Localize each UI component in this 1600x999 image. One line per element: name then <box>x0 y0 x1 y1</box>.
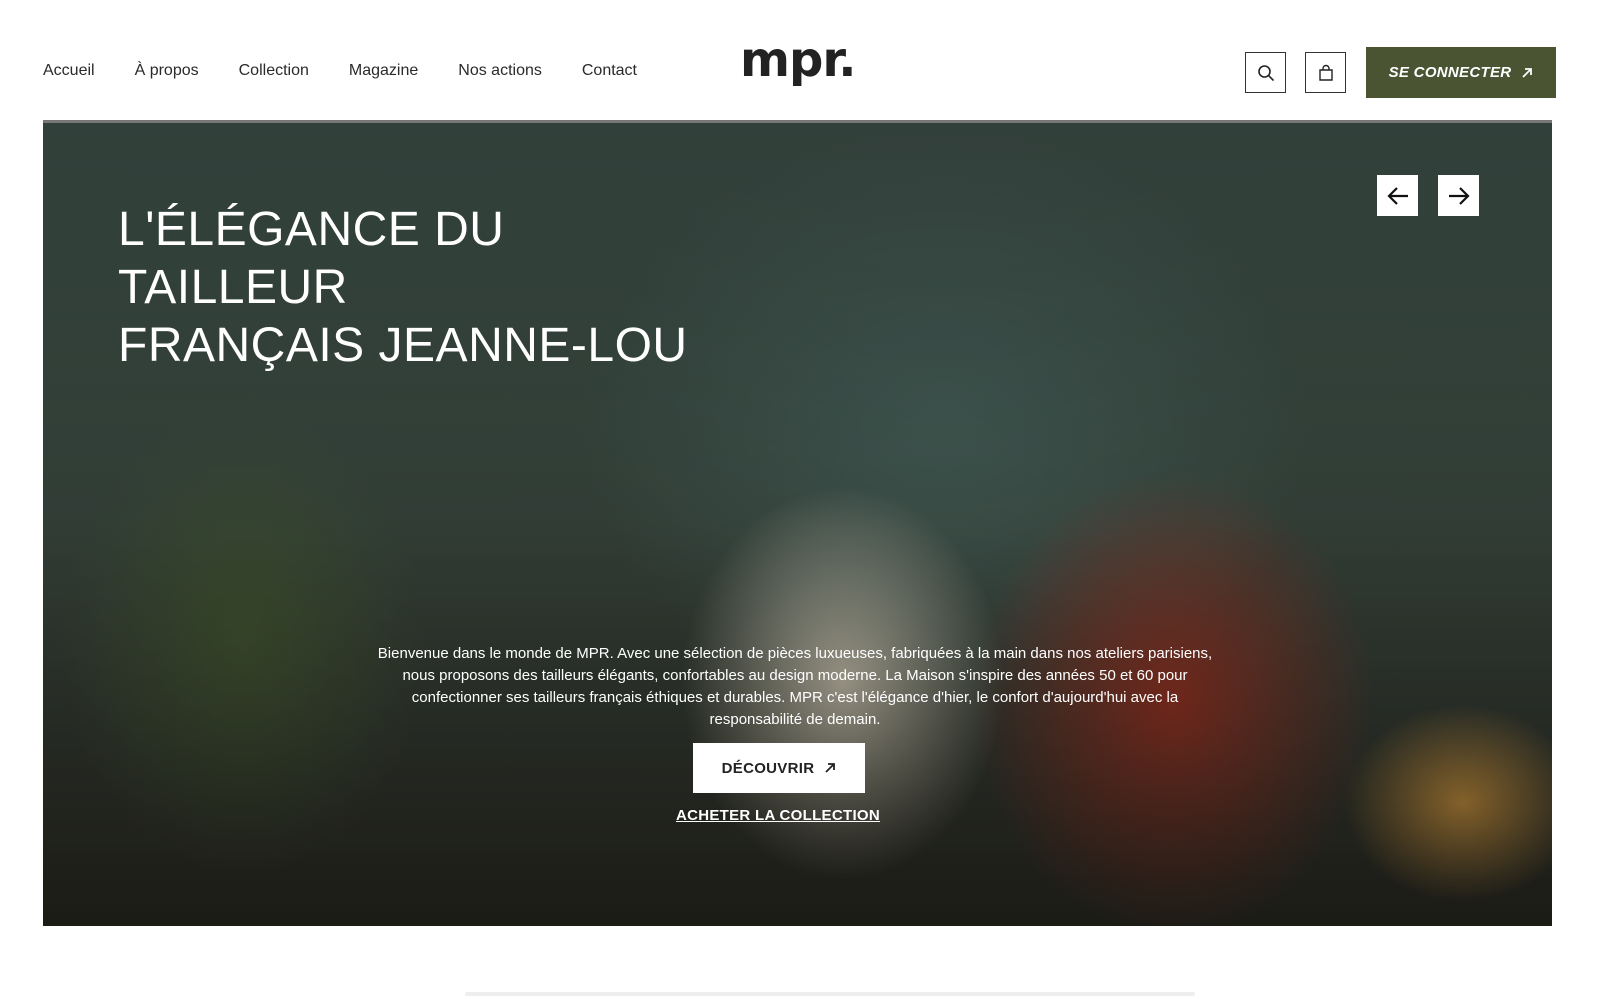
discover-button[interactable]: DÉCOUVRIR <box>693 743 865 793</box>
main-nav: Accueil À propos Collection Magazine Nos… <box>43 62 677 80</box>
nav-magazine[interactable]: Magazine <box>349 62 418 80</box>
discover-label: DÉCOUVRIR <box>721 759 815 777</box>
shop-collection-link[interactable]: ACHETER LA COLLECTION <box>623 807 933 824</box>
carousel-prev-button[interactable] <box>1377 175 1418 216</box>
hero-description: Bienvenue dans le monde de MPR. Avec une… <box>377 645 1213 728</box>
arrow-up-right-icon <box>1522 67 1533 78</box>
nav-a-propos[interactable]: À propos <box>135 62 199 80</box>
next-section-edge <box>465 992 1195 996</box>
site-header: Accueil À propos Collection Magazine Nos… <box>0 0 1600 120</box>
arrow-right-icon <box>1448 186 1470 205</box>
hero-title-line-2: FRANÇAIS JEANNE-LOU <box>118 319 688 372</box>
hero-banner: L'ÉLÉGANCE DU TAILLEUR FRANÇAIS JEANNE-L… <box>43 120 1552 926</box>
hero-title-line-1: L'ÉLÉGANCE DU TAILLEUR <box>118 203 505 314</box>
carousel-next-button[interactable] <box>1438 175 1479 216</box>
hero-title: L'ÉLÉGANCE DU TAILLEUR FRANÇAIS JEANNE-L… <box>118 201 738 375</box>
connect-button[interactable]: SE CONNECTER <box>1366 47 1556 98</box>
search-icon <box>1257 64 1274 81</box>
search-button[interactable] <box>1245 52 1286 93</box>
arrow-up-right-icon <box>825 763 836 773</box>
arrow-left-icon <box>1386 186 1408 205</box>
site-logo[interactable]: mpr. <box>740 36 856 84</box>
connect-label: SE CONNECTER <box>1388 64 1512 81</box>
nav-nos-actions[interactable]: Nos actions <box>458 62 542 80</box>
shopping-bag-icon <box>1318 64 1333 81</box>
cart-button[interactable] <box>1305 52 1346 93</box>
nav-accueil[interactable]: Accueil <box>43 62 95 80</box>
nav-collection[interactable]: Collection <box>239 62 309 80</box>
nav-contact[interactable]: Contact <box>582 62 637 80</box>
